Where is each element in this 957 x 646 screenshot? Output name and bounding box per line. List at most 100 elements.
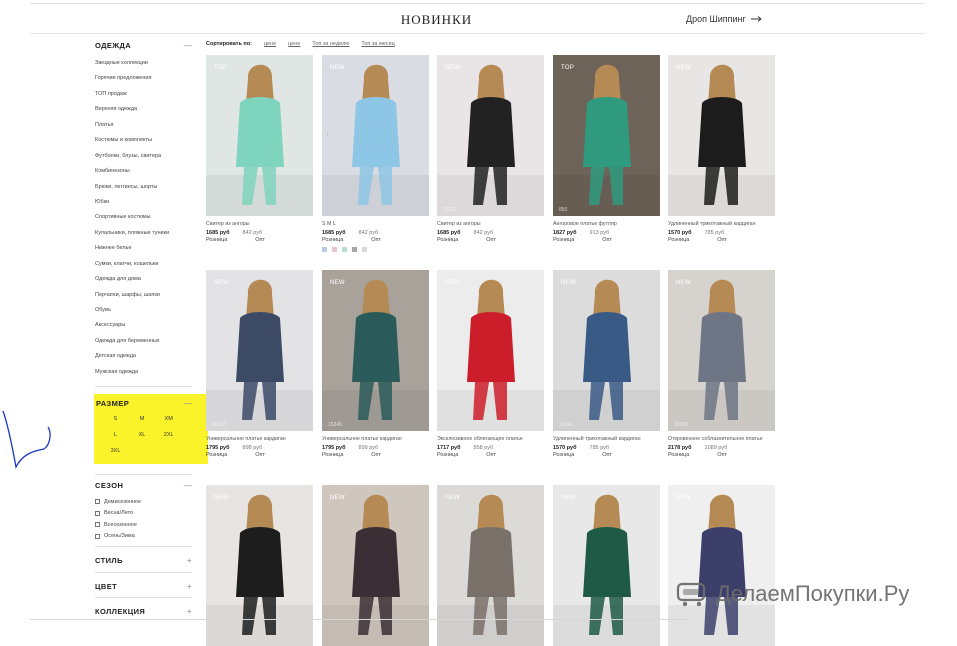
product-photo[interactable]: NEW <box>322 485 429 646</box>
product-photo[interactable]: NEW <box>437 485 544 646</box>
category-item[interactable]: Перчатки, шарфы, шапки <box>95 288 192 303</box>
retail-label: Розница <box>322 452 344 458</box>
sort-option-top-week[interactable]: Топ за неделю <box>312 41 349 47</box>
product-photo[interactable]: NEW <box>437 270 544 431</box>
size-option[interactable]: 2XL <box>155 432 182 438</box>
category-item[interactable]: Звездные коллекции <box>95 56 192 71</box>
size-option[interactable]: XL <box>129 432 156 438</box>
product-card[interactable]: NEW 16157 Свитер из ангоры 1685 руб 842 руб Р… <box>437 55 544 243</box>
sort-option-top-month[interactable]: Топ за месяц <box>361 41 394 47</box>
sort-option-price-desc[interactable]: цене <box>288 41 300 47</box>
collection-section-header[interactable]: КОЛЛЕКЦИЯ + <box>95 604 192 618</box>
product-photo[interactable]: NEW <box>553 485 660 646</box>
category-item[interactable]: ТОП продаж <box>95 87 192 102</box>
style-section-header[interactable]: СТИЛЬ + <box>95 553 192 567</box>
category-item[interactable]: Костюмы и комплекты <box>95 133 192 148</box>
size-option[interactable]: S <box>102 416 129 422</box>
product-photo[interactable]: NEW <box>668 485 775 646</box>
category-item[interactable]: Верхняя одежда <box>95 102 192 117</box>
season-option[interactable]: Всесезонное <box>95 519 192 531</box>
category-item[interactable]: Обувь <box>95 303 192 318</box>
size-section-header[interactable]: РАЗМЕР — <box>96 396 192 410</box>
sort-option-price-asc[interactable]: цене <box>264 41 276 47</box>
size-option[interactable]: L <box>102 432 129 438</box>
category-item[interactable]: Футболки, блузы, свитера <box>95 149 192 164</box>
category-item[interactable]: Нижнее белье <box>95 241 192 256</box>
product-card[interactable]: TOP Свитер из ангоры 1685 руб 842 руб Розниц… <box>206 55 313 243</box>
category-item[interactable]: Детская одежда <box>95 349 192 364</box>
color-swatch[interactable] <box>322 247 327 252</box>
clothes-section-header[interactable]: ОДЕЖДА — <box>95 38 192 52</box>
color-swatch[interactable] <box>342 247 347 252</box>
product-photo[interactable]: NEW 16157 <box>437 55 544 216</box>
product-title[interactable]: S M L <box>322 221 429 229</box>
product-card[interactable]: NEW 16347 Универсальное платье кардиган 179… <box>206 270 313 458</box>
product-card[interactable]: NEW 16345 Универсальное платье кардиган 179… <box>322 270 429 458</box>
season-option[interactable]: Весна/Лето <box>95 508 192 520</box>
product-card[interactable]: NEW <box>206 485 313 646</box>
product-card[interactable]: NEW <box>553 485 660 646</box>
product-photo[interactable]: NEW 16345 <box>322 270 429 431</box>
category-item[interactable]: Юбки <box>95 195 192 210</box>
product-photo[interactable]: TOP 850 <box>553 55 660 216</box>
product-photo[interactable]: NEW ‹ <box>322 55 429 216</box>
checkbox[interactable] <box>95 522 100 528</box>
product-photo[interactable]: NEW <box>206 485 313 646</box>
product-card[interactable]: NEW 16342 Откровенное соблазнительное плат… <box>668 270 775 458</box>
category-item[interactable]: Платья <box>95 118 192 133</box>
category-item[interactable]: Одежда для дома <box>95 272 192 287</box>
product-card[interactable]: NEW Удлиненный трикотажный кардиган 1570 р… <box>668 55 775 243</box>
product-badge: NEW <box>676 495 691 501</box>
season-option[interactable]: Осень/Зима <box>95 531 192 543</box>
color-swatch[interactable] <box>352 247 357 252</box>
product-card[interactable]: TOP 850 Ангоровое платье футляр 1827 руб 913… <box>553 55 660 243</box>
size-option[interactable]: XM <box>155 416 182 422</box>
product-photo[interactable]: NEW 16341 <box>553 270 660 431</box>
product-photo[interactable]: NEW 16342 <box>668 270 775 431</box>
product-photo[interactable]: NEW <box>668 55 775 216</box>
price-labels: Розница Опт <box>322 237 429 243</box>
chevron-left-icon[interactable]: ‹ <box>326 129 329 140</box>
color-swatch[interactable] <box>362 247 367 252</box>
product-card[interactable]: NEW 16341 Удлиненный трикотажный кардиган 1… <box>553 270 660 458</box>
product-card[interactable]: NEW ‹ S M L 1685 руб 842 руб Розница Опт <box>322 55 429 252</box>
product-card[interactable]: NEW <box>437 485 544 646</box>
drop-shipping-link[interactable]: Дроп Шиппинг <box>686 14 762 24</box>
season-section-header[interactable]: СЕЗОН — <box>95 478 192 492</box>
price-row: 1795 руб 898 руб <box>206 445 313 451</box>
product-title[interactable]: Свитер из ангоры <box>437 221 544 229</box>
product-card[interactable]: NEW Эксклюзивное облегающее платье 1717 ру… <box>437 270 544 458</box>
category-item[interactable]: Одежда для беременных <box>95 334 192 349</box>
product-title[interactable]: Удлиненный трикотажный кардиган <box>668 221 775 229</box>
season-option[interactable]: Демисезонное <box>95 496 192 508</box>
product-photo-figure <box>322 485 429 646</box>
category-item[interactable]: Брюки, леггинсы, шорты <box>95 180 192 195</box>
product-photo[interactable]: NEW 16347 <box>206 270 313 431</box>
product-code: 850 <box>559 207 568 213</box>
checkbox[interactable] <box>95 533 100 539</box>
product-title[interactable]: Откровенное соблазнительное платье <box>668 436 775 444</box>
size-option[interactable]: 3XL <box>102 448 129 454</box>
product-card[interactable]: NEW <box>322 485 429 646</box>
category-item[interactable]: Аксессуары <box>95 318 192 333</box>
category-item[interactable]: Мужская одежда <box>95 365 192 380</box>
product-photo[interactable]: TOP <box>206 55 313 216</box>
color-swatch[interactable] <box>332 247 337 252</box>
category-item[interactable]: Спортивные костюмы <box>95 210 192 225</box>
product-title[interactable]: Эксклюзивное облегающее платье <box>437 436 544 444</box>
product-title[interactable]: Универсальное платье кардиган <box>322 436 429 444</box>
size-option[interactable]: M <box>129 416 156 422</box>
color-section-header[interactable]: ЦВЕТ + <box>95 579 192 593</box>
product-title[interactable]: Ангоровое платье футляр <box>553 221 660 229</box>
category-item[interactable]: Купальники, пляжные туники <box>95 226 192 241</box>
product-card[interactable]: NEW <box>668 485 775 646</box>
category-item[interactable]: Горячие предложения <box>95 71 192 86</box>
expand-icon: + <box>186 606 192 616</box>
category-item[interactable]: Сумки, клатчи, кошельки <box>95 257 192 272</box>
product-title[interactable]: Свитер из ангоры <box>206 221 313 229</box>
product-title[interactable]: Удлиненный трикотажный кардиган <box>553 436 660 444</box>
product-title[interactable]: Универсальное платье кардиган <box>206 436 313 444</box>
checkbox[interactable] <box>95 510 100 516</box>
category-item[interactable]: Комбинезоны <box>95 164 192 179</box>
checkbox[interactable] <box>95 499 100 505</box>
